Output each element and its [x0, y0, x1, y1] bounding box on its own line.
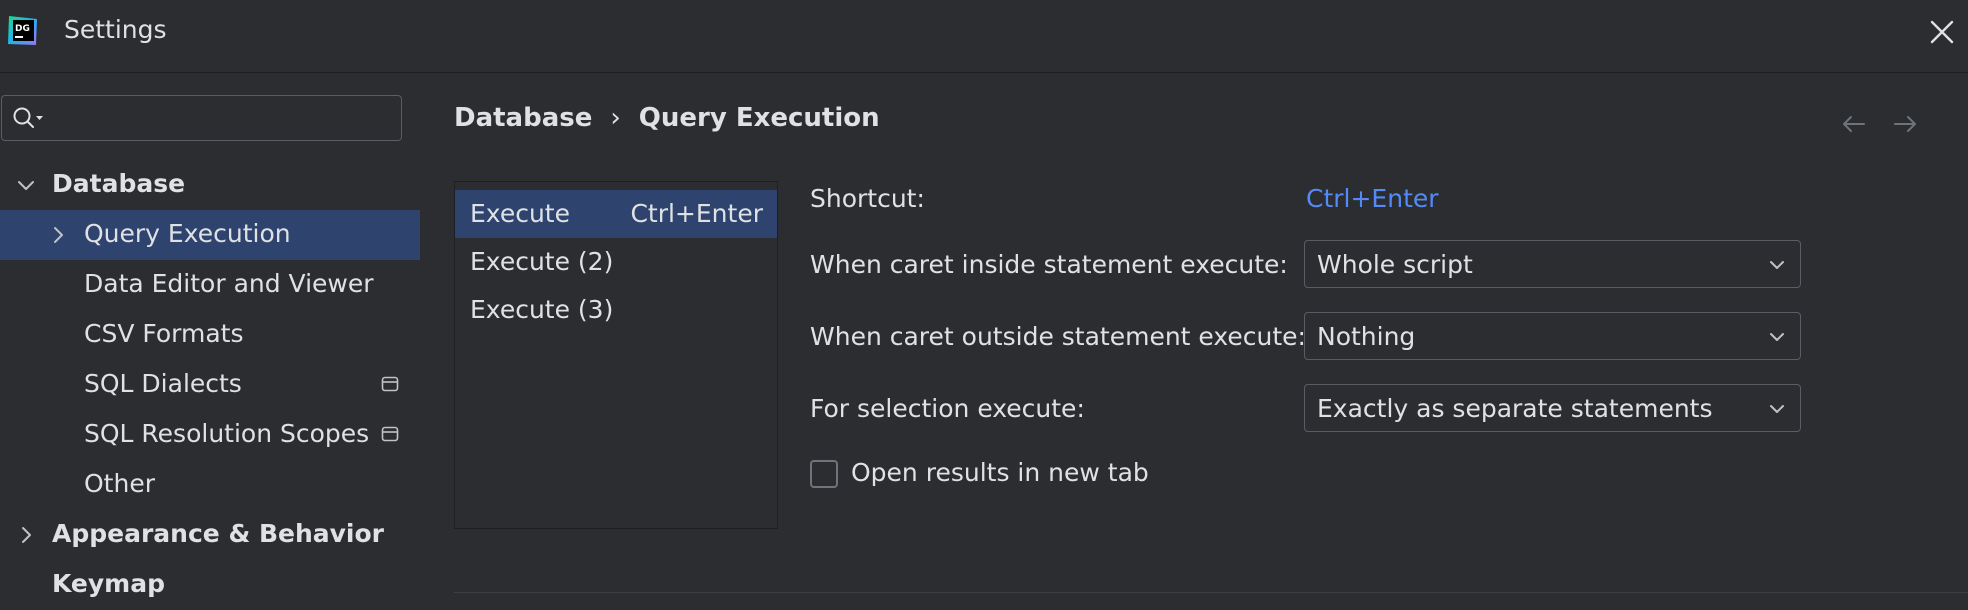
tree-item-label: SQL Dialects: [84, 369, 242, 398]
chevron-right-icon[interactable]: [14, 523, 38, 547]
tree-item-appearance-behavior[interactable]: Appearance & Behavior: [0, 510, 420, 560]
tree-item-sql-resolution-scopes[interactable]: SQL Resolution Scopes: [0, 410, 420, 460]
tree-item-other[interactable]: Other: [0, 460, 420, 510]
window-badge-icon: [381, 376, 399, 392]
tree-item-query-execution[interactable]: Query Execution: [0, 210, 420, 260]
dropdown-value: Whole script: [1317, 250, 1473, 279]
breadcrumb-parent[interactable]: Database: [454, 103, 592, 133]
selection-execute-dropdown[interactable]: Exactly as separate statements: [1304, 384, 1801, 432]
chevron-down-icon: [1770, 405, 1784, 413]
tree-item-csv-formats[interactable]: CSV Formats: [0, 310, 420, 360]
chevron-down-icon[interactable]: [14, 173, 38, 197]
close-icon[interactable]: [1926, 16, 1958, 48]
execute-actions-list: Execute Ctrl+Enter Execute (2) Execute (…: [454, 181, 778, 529]
search-input[interactable]: [54, 100, 388, 138]
window-badge-icon: [381, 426, 399, 442]
outside-statement-label: When caret outside statement execute:: [810, 322, 1306, 351]
tree-item-label: Query Execution: [84, 219, 291, 248]
dropdown-value: Exactly as separate statements: [1317, 394, 1713, 423]
tree-item-label: Database: [52, 169, 186, 198]
action-shortcut: Ctrl+Enter: [630, 199, 763, 228]
arrow-left-icon[interactable]: [1840, 112, 1868, 136]
inside-statement-dropdown[interactable]: Whole script: [1304, 240, 1801, 288]
breadcrumb-current: Query Execution: [638, 103, 880, 133]
outside-statement-dropdown[interactable]: Nothing: [1304, 312, 1801, 360]
selection-execute-label: For selection execute:: [810, 394, 1085, 423]
list-item-execute[interactable]: Execute Ctrl+Enter: [455, 190, 777, 238]
tree-item-database[interactable]: Database: [0, 160, 420, 210]
list-item-execute-3[interactable]: Execute (3): [455, 286, 777, 334]
list-item-execute-2[interactable]: Execute (2): [455, 238, 777, 286]
chevron-down-icon: [1770, 333, 1784, 341]
settings-search-field[interactable]: [1, 95, 402, 141]
tree-item-label: Appearance & Behavior: [52, 519, 384, 548]
open-results-checkbox[interactable]: [810, 460, 838, 488]
breadcrumb-separator: ›: [610, 103, 621, 133]
shortcut-label: Shortcut:: [810, 184, 925, 213]
shortcut-link[interactable]: Ctrl+Enter: [1306, 184, 1439, 213]
tree-item-label: Data Editor and Viewer: [84, 269, 374, 298]
window-title: Settings: [64, 15, 167, 44]
open-results-label[interactable]: Open results in new tab: [851, 458, 1149, 487]
divider: [454, 592, 1968, 593]
logo-text: DG: [15, 24, 30, 34]
chevron-right-icon[interactable]: [46, 223, 70, 247]
search-icon[interactable]: [12, 106, 46, 130]
tree-item-label: SQL Resolution Scopes: [84, 419, 370, 448]
tree-item-label: Other: [84, 469, 155, 498]
tree-item-label: Keymap: [52, 569, 166, 598]
tree-item-sql-dialects[interactable]: SQL Dialects: [0, 360, 420, 410]
datagrip-logo-icon: DG: [8, 16, 37, 45]
action-name: Execute: [470, 199, 570, 228]
tree-item-data-editor[interactable]: Data Editor and Viewer: [0, 260, 420, 310]
tree-item-keymap[interactable]: Keymap: [0, 560, 420, 610]
tree-item-label: CSV Formats: [84, 319, 244, 348]
chevron-down-icon: [1770, 261, 1784, 269]
action-name: Execute (2): [470, 247, 614, 276]
action-name: Execute (3): [470, 295, 614, 324]
breadcrumb: Database › Query Execution: [454, 103, 880, 133]
title-bar: DG Settings: [0, 0, 1968, 73]
dropdown-value: Nothing: [1317, 322, 1416, 351]
arrow-right-icon[interactable]: [1891, 112, 1919, 136]
inside-statement-label: When caret inside statement execute:: [810, 250, 1288, 279]
